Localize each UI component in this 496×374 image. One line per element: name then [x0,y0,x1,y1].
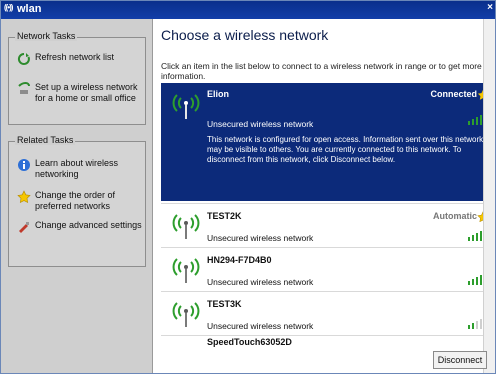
learn-about-wireless-label: Learn about wireless networking [35,158,119,179]
network-description: This network is configured for open acce… [207,135,484,164]
connection-status: Connected [430,89,477,99]
related-tasks-panel: Related Tasks Learn about wireless netwo… [8,135,146,267]
network-name: TEST2K [207,211,242,221]
network-tasks-panel: Network Tasks Refresh network list Set u… [8,31,146,125]
disconnect-button[interactable]: Disconnect [433,351,487,369]
security-type: Unsecured wireless network [207,277,314,287]
settings-icon [19,222,29,233]
network-divider [161,203,493,204]
network-name: SpeedTouch63052D [207,337,292,347]
title-bar[interactable]: ((•)) wlan × [1,1,495,19]
wlan-window: ((•)) wlan × Network Tasks Refresh netwo… [0,0,496,374]
network-item-elion[interactable]: Elion Connected Unsecured wireless netwo… [161,83,493,201]
network-item-test2k[interactable]: TEST2K Automatic Unsecured wireless netw… [161,205,493,245]
window-title: wlan [17,3,42,15]
wireless-network-icon [172,214,200,239]
wireless-network-icon [172,94,200,119]
network-divider [161,247,493,248]
change-order-label: Change the order of preferred networks [35,190,116,211]
network-name: Elion [207,89,229,99]
security-type: Unsecured wireless network [207,119,314,129]
network-divider [161,291,493,292]
refresh-icon [17,52,30,65]
security-type: Unsecured wireless network [207,233,314,243]
close-icon[interactable]: × [487,2,493,13]
network-item-hn294[interactable]: HN294-F7D4B0 Unsecured wireless network [161,249,493,289]
network-divider [161,335,493,336]
sidebar: Network Tasks Refresh network list Set u… [1,19,153,373]
related-tasks-title: Related Tasks [15,135,76,145]
setup-network-label: Set up a wireless network for a home or … [35,82,138,103]
page-title: Choose a wireless network [161,27,329,43]
connection-status: Automatic [432,211,477,221]
wireless-network-icon [172,258,200,283]
star-icon [17,190,31,204]
main-panel: Choose a wireless network Click an item … [153,19,495,373]
network-tasks-title: Network Tasks [15,31,78,41]
wireless-network-icon [172,302,200,327]
refresh-network-list-label: Refresh network list [35,52,115,62]
network-item-test3k[interactable]: TEST3K Unsecured wireless network [161,293,493,333]
security-type: Unsecured wireless network [207,321,314,331]
wifi-icon: ((•)) [4,3,14,12]
network-name: TEST3K [207,299,242,309]
info-icon [18,159,30,171]
network-name: HN294-F7D4B0 [207,255,272,265]
vertical-scrollbar[interactable] [483,19,495,373]
network-item-speedtouch[interactable]: SpeedTouch63052D [161,337,493,349]
intro-text: Click an item in the list below to conne… [161,61,482,81]
change-advanced-settings-label: Change advanced settings [35,220,142,230]
setup-network-icon [18,82,30,94]
